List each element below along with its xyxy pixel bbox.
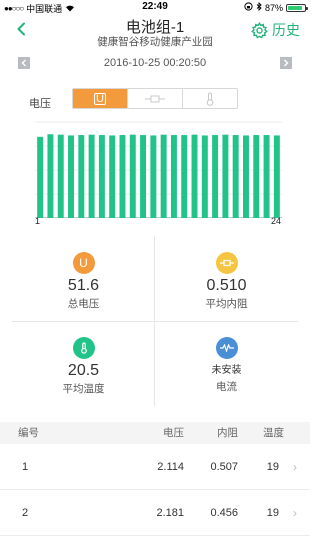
- resistance-icon: [215, 252, 238, 274]
- chart-canvas: [35, 121, 282, 218]
- resistor-icon: [145, 95, 165, 102]
- stat-total-voltage: U 51.6 总电压: [12, 252, 155, 337]
- voltage-symbol: U: [94, 92, 106, 105]
- summary-stats: U 51.6 总电压 0.510 平均内阻 20.5 平均温度 未安装 电流: [12, 236, 298, 406]
- avg-resistance-value: 0.510: [206, 277, 247, 294]
- chart-bar-6[interactable]: [88, 134, 95, 218]
- table-row[interactable]: 1 2.114 0.507 19 ›: [0, 444, 310, 490]
- segment-resistance[interactable]: [128, 89, 183, 108]
- chart-bar-1[interactable]: [37, 136, 44, 218]
- date-time-label: 2016-10-25 00:20:50: [103, 57, 207, 69]
- battery-percent: 87%: [264, 2, 283, 13]
- stat-avg-resistance: 0.510 平均内阻: [155, 252, 298, 337]
- chart-bar-7[interactable]: [98, 135, 105, 218]
- chart-bar-19[interactable]: [222, 134, 229, 218]
- avg-resistance-label: 平均内阻: [205, 298, 248, 310]
- table-row[interactable]: 2 2.181 0.456 19 ›: [0, 490, 310, 536]
- thermometer-icon: [206, 92, 214, 106]
- row-temperature: 19: [266, 461, 279, 473]
- next-date-button[interactable]: [280, 57, 292, 69]
- chart-bar-10[interactable]: [129, 134, 136, 218]
- chart-bar-12[interactable]: [150, 135, 157, 218]
- current-wave-icon: [215, 337, 238, 359]
- chart-bar-2[interactable]: [47, 134, 54, 218]
- chart-bar-23[interactable]: [263, 135, 270, 218]
- avg-temperature-value: 20.5: [67, 362, 100, 379]
- header-temperature: 温度: [263, 427, 284, 439]
- row-resistance: 0.507: [210, 461, 238, 473]
- chart-bar-13[interactable]: [160, 134, 167, 218]
- chart-bar-20[interactable]: [232, 135, 239, 218]
- segment-temperature[interactable]: [183, 89, 237, 108]
- voltage-bar-chart: [35, 118, 282, 228]
- nav-bar: 电池组-1 健康智谷移动健康产业园 历史: [0, 14, 310, 48]
- chart-bar-22[interactable]: [253, 135, 260, 218]
- row-voltage: 2.181: [156, 507, 184, 519]
- row-number: 2: [22, 507, 29, 519]
- row-resistance: 0.456: [210, 507, 238, 519]
- stat-avg-temperature: 20.5 平均温度: [12, 337, 155, 422]
- row-number: 1: [22, 461, 29, 473]
- voltage-icon: U: [72, 252, 95, 274]
- chart-bar-14[interactable]: [170, 135, 177, 218]
- chart-bar-16[interactable]: [191, 134, 198, 218]
- avg-temperature-label: 平均温度: [62, 383, 105, 395]
- chart-bar-3[interactable]: [57, 134, 64, 218]
- bluetooth-icon: [256, 1, 262, 13]
- chart-bar-11[interactable]: [140, 135, 147, 218]
- row-temperature: 19: [266, 507, 279, 519]
- total-voltage-label: 总电压: [67, 298, 100, 310]
- metric-segment-control: U: [72, 88, 238, 109]
- date-navigator: 2016-10-25 00:20:50: [18, 57, 292, 71]
- total-voltage-value: 51.6: [67, 277, 100, 294]
- chevron-right-icon: ›: [293, 460, 297, 474]
- table-header: 编号 电压 内阻 温度: [0, 422, 310, 444]
- lock-rotation-icon: [244, 2, 253, 13]
- metric-label: 电压: [29, 98, 51, 110]
- status-bar: ●●○○○ 中国联通 22:49 87%: [0, 0, 310, 14]
- segment-voltage[interactable]: U: [73, 89, 128, 108]
- chart-bar-18[interactable]: [212, 135, 219, 218]
- header-voltage: 电压: [163, 427, 184, 439]
- chart-bar-8[interactable]: [109, 135, 116, 218]
- battery-icon: [286, 3, 308, 12]
- chevron-right-icon: ›: [293, 506, 297, 520]
- current-value: 未安装: [211, 365, 242, 376]
- x-tick-first: 1: [35, 216, 41, 226]
- chart-bar-21[interactable]: [242, 135, 249, 218]
- chart-bar-15[interactable]: [181, 135, 188, 218]
- header-number: 编号: [18, 427, 39, 439]
- chart-bar-9[interactable]: [119, 135, 126, 218]
- current-label: 电流: [216, 381, 237, 393]
- thermometer-icon: [72, 337, 95, 359]
- row-voltage: 2.114: [157, 461, 184, 473]
- stat-current: 未安装 电流: [155, 337, 298, 422]
- chart-bar-5[interactable]: [78, 135, 85, 218]
- chart-bar-4[interactable]: [68, 135, 75, 218]
- gear-icon: [251, 21, 268, 39]
- chart-bar-17[interactable]: [201, 135, 208, 218]
- history-label: 历史: [272, 22, 300, 38]
- x-tick-last: 24: [271, 216, 282, 226]
- history-button[interactable]: 历史: [251, 20, 300, 40]
- chevron-right-icon: [284, 59, 289, 67]
- chart-bar-24[interactable]: [273, 135, 280, 218]
- header-resistance: 内阻: [217, 427, 238, 439]
